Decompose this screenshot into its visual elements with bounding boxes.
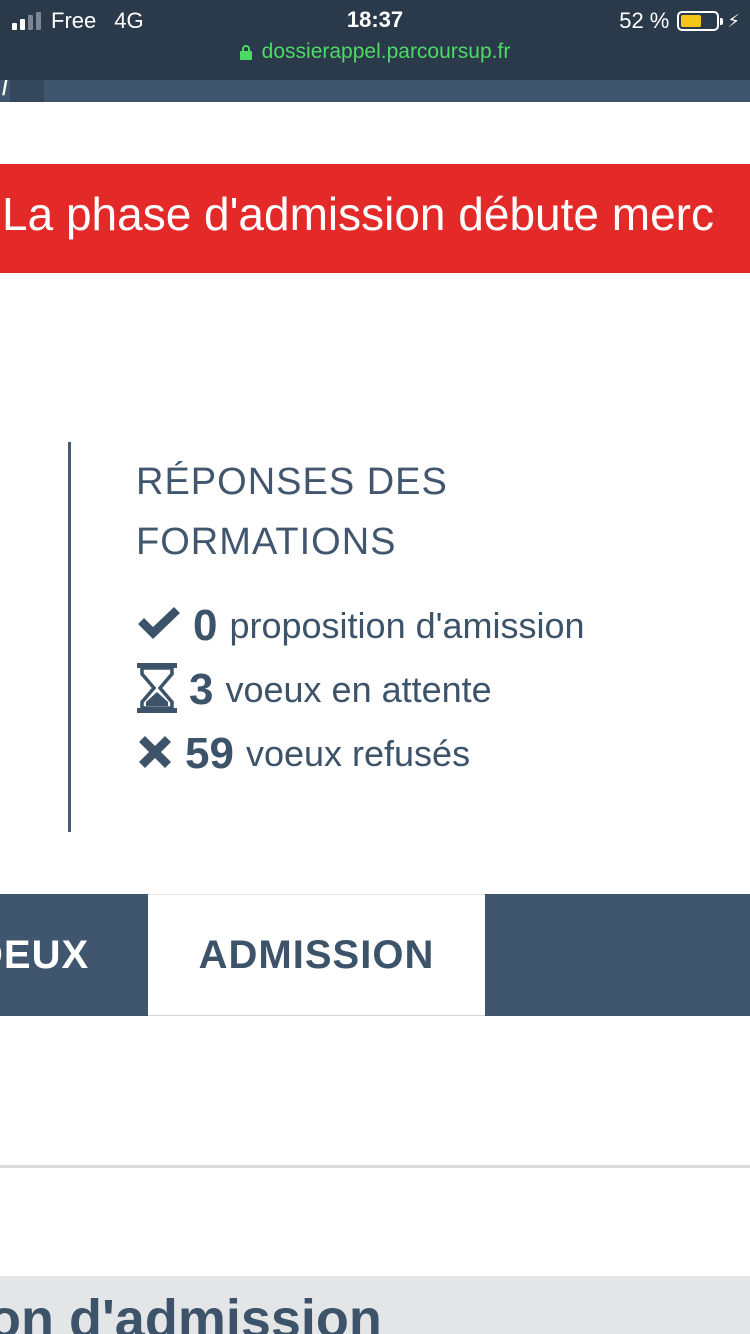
stat-count: 59 (185, 729, 234, 778)
battery-percent: 52 % (619, 8, 670, 33)
stat-label: proposition d'amission (229, 605, 585, 646)
url-text: dossierappel.parcoursup.fr (261, 40, 511, 63)
hourglass-icon (135, 662, 179, 719)
status-right: 52 % ⚡ (619, 8, 740, 34)
lock-icon (239, 45, 252, 60)
nav-edge (10, 80, 44, 102)
section-divider (0, 1165, 750, 1168)
responses-title: RÉPONSES DES FORMATIONS (136, 461, 448, 563)
tab-label: DEUX (0, 932, 90, 977)
battery-icon (677, 11, 724, 31)
stat-count: 3 (189, 665, 214, 714)
top-nav-strip: / (0, 78, 750, 102)
stat-row-refused: 59 voeux refusés (135, 725, 470, 783)
admission-section: on d'admission (0, 1276, 750, 1334)
tab-label: ADMISSION (198, 932, 435, 977)
section-heading: on d'admission (0, 1289, 382, 1334)
alert-banner: La phase d'admission débute merc (0, 164, 750, 273)
charging-icon: ⚡ (727, 10, 740, 31)
tab-admission[interactable]: ADMISSION (148, 894, 485, 1016)
status-bar: Free 4G 18:37 52 % ⚡ dossierappel.parcou… (0, 0, 750, 80)
check-icon (135, 604, 183, 649)
responses-panel: RÉPONSES DES FORMATIONS 0 proposition d'… (68, 442, 731, 832)
cross-icon (135, 732, 175, 777)
tab-voeux[interactable]: DEUX (0, 894, 148, 1016)
nav-slash-icon: / (2, 78, 8, 100)
stat-label: voeux en attente (225, 669, 492, 710)
stat-count: 0 (193, 601, 218, 650)
address-bar[interactable]: dossierappel.parcoursup.fr (0, 40, 750, 64)
stat-label: voeux refusés (245, 733, 471, 774)
stat-row-waiting: 3 voeux en attente (135, 661, 492, 719)
stat-row-propositions: 0 proposition d'amission (135, 597, 585, 655)
section-tabs: DEUX ADMISSION (0, 894, 750, 1016)
